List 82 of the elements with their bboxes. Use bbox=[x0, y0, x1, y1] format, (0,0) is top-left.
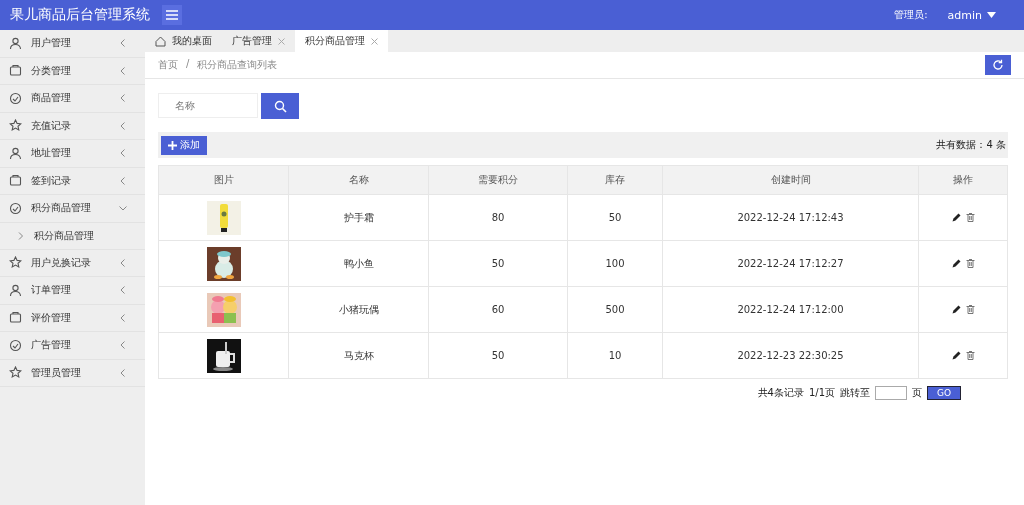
menu-item-icon bbox=[9, 283, 22, 297]
menu-item-icon bbox=[9, 311, 22, 325]
total-count: 共有数据：4 条 bbox=[936, 138, 1006, 152]
refresh-icon bbox=[992, 59, 1004, 71]
table-cell: 2022-12-23 22:30:25 bbox=[662, 332, 919, 379]
table-cell: 60 bbox=[428, 286, 568, 333]
page-unit: 页 bbox=[912, 386, 922, 400]
table-cell: 80 bbox=[428, 194, 568, 241]
chevron-left-icon bbox=[119, 176, 127, 185]
menu-item-icon bbox=[9, 366, 22, 380]
home-icon bbox=[155, 35, 166, 47]
table-cell: 2022-12-24 17:12:27 bbox=[662, 240, 919, 287]
chevron-left-icon bbox=[119, 66, 127, 75]
chevron-left-icon bbox=[119, 121, 127, 130]
table-cell: 鸭小鱼 bbox=[288, 240, 429, 287]
trash-icon[interactable] bbox=[965, 259, 975, 268]
edit-icon[interactable] bbox=[951, 351, 961, 360]
breadcrumb-separator: / bbox=[186, 58, 190, 71]
chevron-right-icon bbox=[18, 231, 24, 240]
refresh-button[interactable] bbox=[985, 55, 1011, 75]
table-cell: 500 bbox=[567, 286, 663, 333]
column-header: 需要积分 bbox=[428, 165, 568, 195]
table-cell: 50 bbox=[428, 240, 568, 287]
column-header: 库存 bbox=[567, 165, 663, 195]
tab[interactable]: 积分商品管理 bbox=[295, 30, 388, 52]
chevron-left-icon bbox=[119, 149, 127, 158]
menu-item-icon bbox=[9, 64, 22, 78]
edit-icon[interactable] bbox=[951, 213, 961, 222]
chevron-left-icon bbox=[119, 39, 127, 48]
menu-item-icon bbox=[9, 36, 22, 50]
go-button[interactable]: GO bbox=[927, 386, 961, 400]
table-cell: 50 bbox=[428, 332, 568, 379]
menu-button[interactable] bbox=[162, 5, 182, 25]
user-menu[interactable]: admin bbox=[947, 8, 996, 22]
menu-item-icon bbox=[9, 201, 22, 215]
column-header: 操作 bbox=[918, 165, 1008, 195]
chevron-left-icon bbox=[119, 368, 127, 377]
user-label: 管理员: bbox=[894, 8, 928, 22]
plus-icon bbox=[168, 140, 177, 150]
caret-icon bbox=[987, 12, 996, 18]
trash-icon[interactable] bbox=[965, 351, 975, 360]
app-title: 果儿商品后台管理系统 bbox=[10, 6, 150, 24]
chevron-left-icon bbox=[119, 341, 127, 350]
trash-icon[interactable] bbox=[965, 213, 975, 222]
trash-icon[interactable] bbox=[965, 305, 975, 314]
tab[interactable]: 我的桌面 bbox=[145, 30, 222, 52]
page-count: 1/1页 bbox=[808, 386, 835, 400]
table-cell: 2022-12-24 17:12:43 bbox=[662, 194, 919, 241]
menu-item-icon bbox=[9, 91, 22, 105]
table-cell: 马克杯 bbox=[288, 332, 429, 379]
breadcrumb-link[interactable]: 首页 bbox=[158, 58, 178, 72]
menu-item-icon bbox=[9, 119, 22, 133]
breadcrumb-link[interactable]: 积分商品查询列表 bbox=[197, 58, 278, 72]
edit-icon[interactable] bbox=[951, 305, 961, 314]
chevron-left-icon bbox=[119, 94, 127, 103]
edit-icon[interactable] bbox=[951, 259, 961, 268]
menu-item-icon bbox=[9, 146, 22, 160]
menu-item-icon bbox=[9, 174, 22, 188]
chevron-left-icon bbox=[119, 286, 127, 295]
column-header: 名称 bbox=[288, 165, 429, 195]
menu-item-icon bbox=[9, 256, 22, 270]
search-icon bbox=[273, 99, 287, 113]
jump-label: 跳转至 bbox=[840, 386, 870, 400]
column-header: 创建时间 bbox=[662, 165, 919, 195]
tab[interactable]: 广告管理 bbox=[222, 30, 295, 52]
record-count: 共4条记录 bbox=[757, 386, 804, 400]
table-cell: 护手霜 bbox=[288, 194, 429, 241]
chevron-left-icon bbox=[119, 313, 127, 322]
table-cell: 2022-12-24 17:12:00 bbox=[662, 286, 919, 333]
table-cell: 50 bbox=[567, 194, 663, 241]
search-field[interactable]: 名称 bbox=[158, 93, 258, 118]
table-cell: 10 bbox=[567, 332, 663, 379]
chevron-down-icon bbox=[119, 204, 127, 213]
table-cell: 小猪玩偶 bbox=[288, 286, 429, 333]
add-button[interactable]: 添加 bbox=[161, 135, 207, 155]
menu-icon bbox=[165, 9, 179, 21]
column-header: 图片 bbox=[158, 165, 289, 195]
chevron-left-icon bbox=[119, 258, 127, 267]
menu-item-icon bbox=[9, 338, 22, 352]
table-cell: 100 bbox=[567, 240, 663, 287]
search-button[interactable] bbox=[261, 93, 299, 119]
page-input[interactable] bbox=[875, 386, 907, 400]
